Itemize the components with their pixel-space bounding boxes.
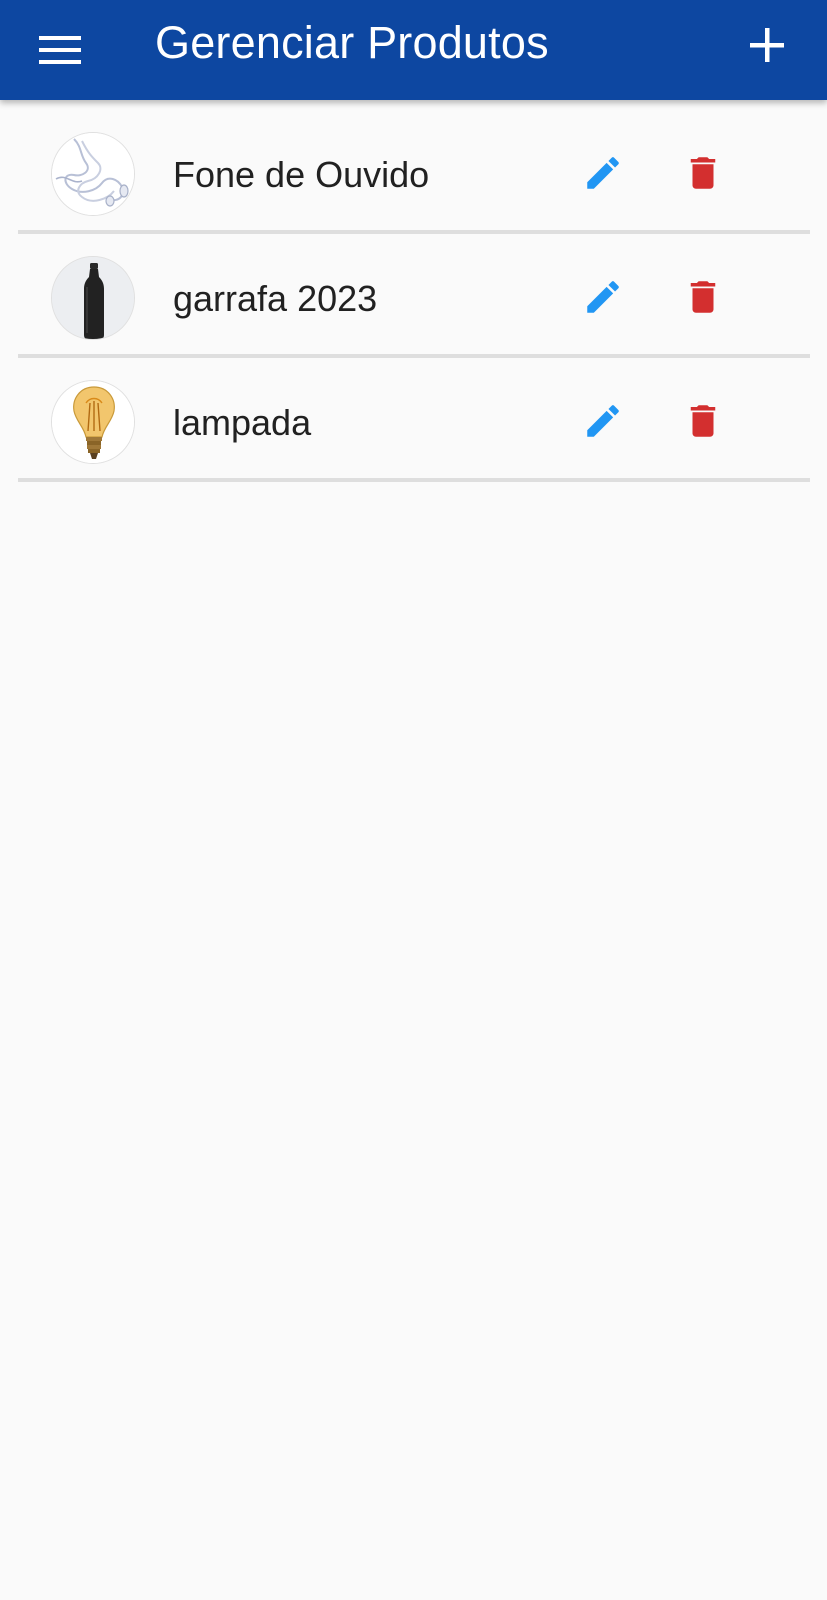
delete-button[interactable]	[678, 148, 728, 198]
lightbulb-thumbnail	[52, 381, 134, 463]
delete-button[interactable]	[678, 396, 728, 446]
edit-button[interactable]	[578, 148, 628, 198]
product-image-lightbulb	[51, 380, 135, 464]
list-item: lampada	[18, 360, 810, 482]
pencil-icon	[587, 405, 619, 437]
product-image-earphones	[51, 132, 135, 216]
menu-button[interactable]	[30, 20, 90, 80]
product-image-bottle	[51, 256, 135, 340]
trash-icon	[690, 157, 716, 189]
edit-button[interactable]	[578, 272, 628, 322]
list-item: Fone de Ouvido	[18, 112, 810, 234]
add-product-button[interactable]	[737, 15, 797, 75]
list-item: garrafa 2023	[18, 236, 810, 358]
trash-icon	[690, 405, 716, 437]
pencil-icon	[587, 157, 619, 189]
product-name: lampada	[173, 402, 312, 443]
page-title: Gerenciar Produtos	[155, 17, 549, 68]
edit-button[interactable]	[578, 396, 628, 446]
bottle-thumbnail	[52, 257, 134, 339]
menu-icon	[39, 36, 81, 64]
pencil-icon	[587, 281, 619, 313]
product-name: Fone de Ouvido	[173, 154, 430, 195]
product-list: Fone de Ouvido garrafa 2023 lampada	[18, 112, 810, 482]
trash-icon	[690, 281, 716, 313]
delete-button[interactable]	[678, 272, 728, 322]
product-name: garrafa 2023	[173, 278, 378, 319]
plus-icon	[750, 28, 784, 62]
app-bar: Gerenciar Produtos	[0, 0, 827, 100]
earphones-thumbnail	[52, 133, 134, 215]
